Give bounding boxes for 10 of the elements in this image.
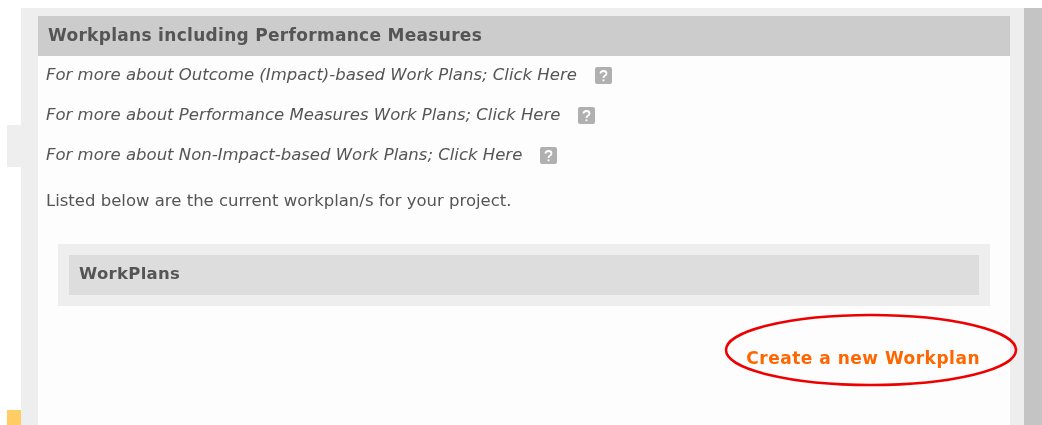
side-marker <box>7 410 21 425</box>
workplans-header: WorkPlans <box>69 254 979 295</box>
help-icon[interactable] <box>594 67 612 84</box>
help-link[interactable]: For more about Performance Measures Work Plans; Click Here <box>46 103 561 128</box>
help-link[interactable]: For more about Outcome (Impact)-based Work Plans; Click Here <box>46 63 577 88</box>
section-header: Workplans including Performance Measures <box>38 16 1010 56</box>
help-icon[interactable] <box>578 107 596 124</box>
intro-text: Listed below are the current workplan/s for your project. <box>45 190 513 212</box>
help-icon[interactable] <box>540 147 558 164</box>
help-link[interactable]: For more about Non-Impact-based Work Plans; Click Here <box>46 143 523 168</box>
